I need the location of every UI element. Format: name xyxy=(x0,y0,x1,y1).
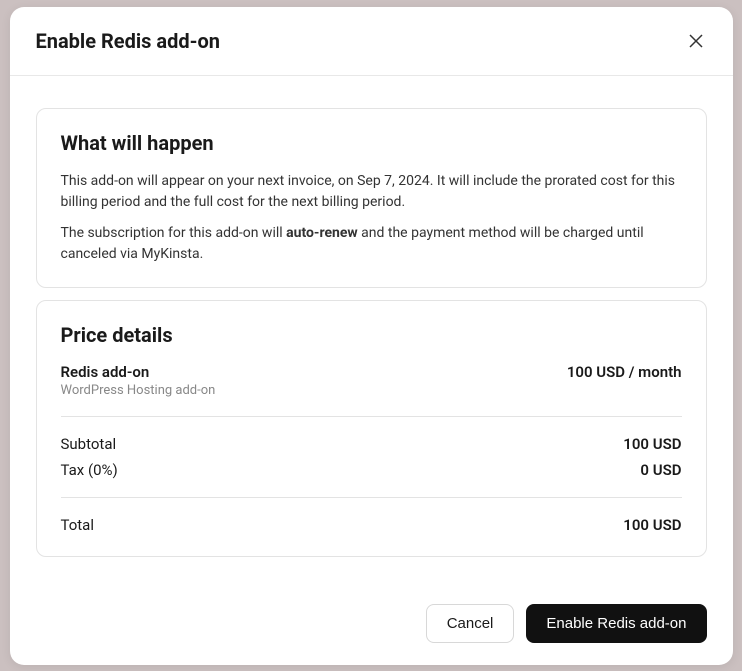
tax-label: Tax (0%) xyxy=(61,461,118,479)
modal-enable-redis-addon: Enable Redis add-on What will happen Thi… xyxy=(10,7,733,665)
modal-header: Enable Redis add-on xyxy=(10,7,733,76)
price-item-left: Redis add-on WordPress Hosting add-on xyxy=(61,363,216,398)
price-item-name: Redis add-on xyxy=(61,363,216,381)
modal-title: Enable Redis add-on xyxy=(36,29,221,53)
modal-footer: Cancel Enable Redis add-on xyxy=(10,588,733,665)
price-item-sub: WordPress Hosting add-on xyxy=(61,383,216,398)
line2-pre: The subscription for this add-on will xyxy=(61,225,287,241)
what-will-happen-title: What will happen xyxy=(61,131,682,155)
total-row: Total 100 USD xyxy=(61,516,682,534)
what-will-happen-card: What will happen This add-on will appear… xyxy=(36,108,707,288)
subtotal-value: 100 USD xyxy=(623,435,681,453)
price-item-value: 100 USD / month xyxy=(567,363,682,381)
what-will-happen-line2: The subscription for this add-on will au… xyxy=(61,223,682,265)
price-details-title: Price details xyxy=(61,323,682,347)
subtotal-label: Subtotal xyxy=(61,435,117,453)
tax-value: 0 USD xyxy=(640,461,681,479)
what-will-happen-line1: This add-on will appear on your next inv… xyxy=(61,171,682,213)
divider xyxy=(61,416,682,417)
tax-row: Tax (0%) 0 USD xyxy=(61,461,682,479)
price-item-row: Redis add-on WordPress Hosting add-on 10… xyxy=(61,363,682,398)
subtotal-row: Subtotal 100 USD xyxy=(61,435,682,453)
price-details-card: Price details Redis add-on WordPress Hos… xyxy=(36,300,707,557)
line2-bold: auto-renew xyxy=(286,225,358,241)
cancel-button[interactable]: Cancel xyxy=(426,604,515,643)
confirm-button[interactable]: Enable Redis add-on xyxy=(526,604,706,643)
total-value: 100 USD xyxy=(623,516,681,534)
close-icon xyxy=(689,34,703,48)
total-label: Total xyxy=(61,516,95,534)
modal-body: What will happen This add-on will appear… xyxy=(10,76,733,588)
close-button[interactable] xyxy=(685,30,707,52)
divider xyxy=(61,497,682,498)
